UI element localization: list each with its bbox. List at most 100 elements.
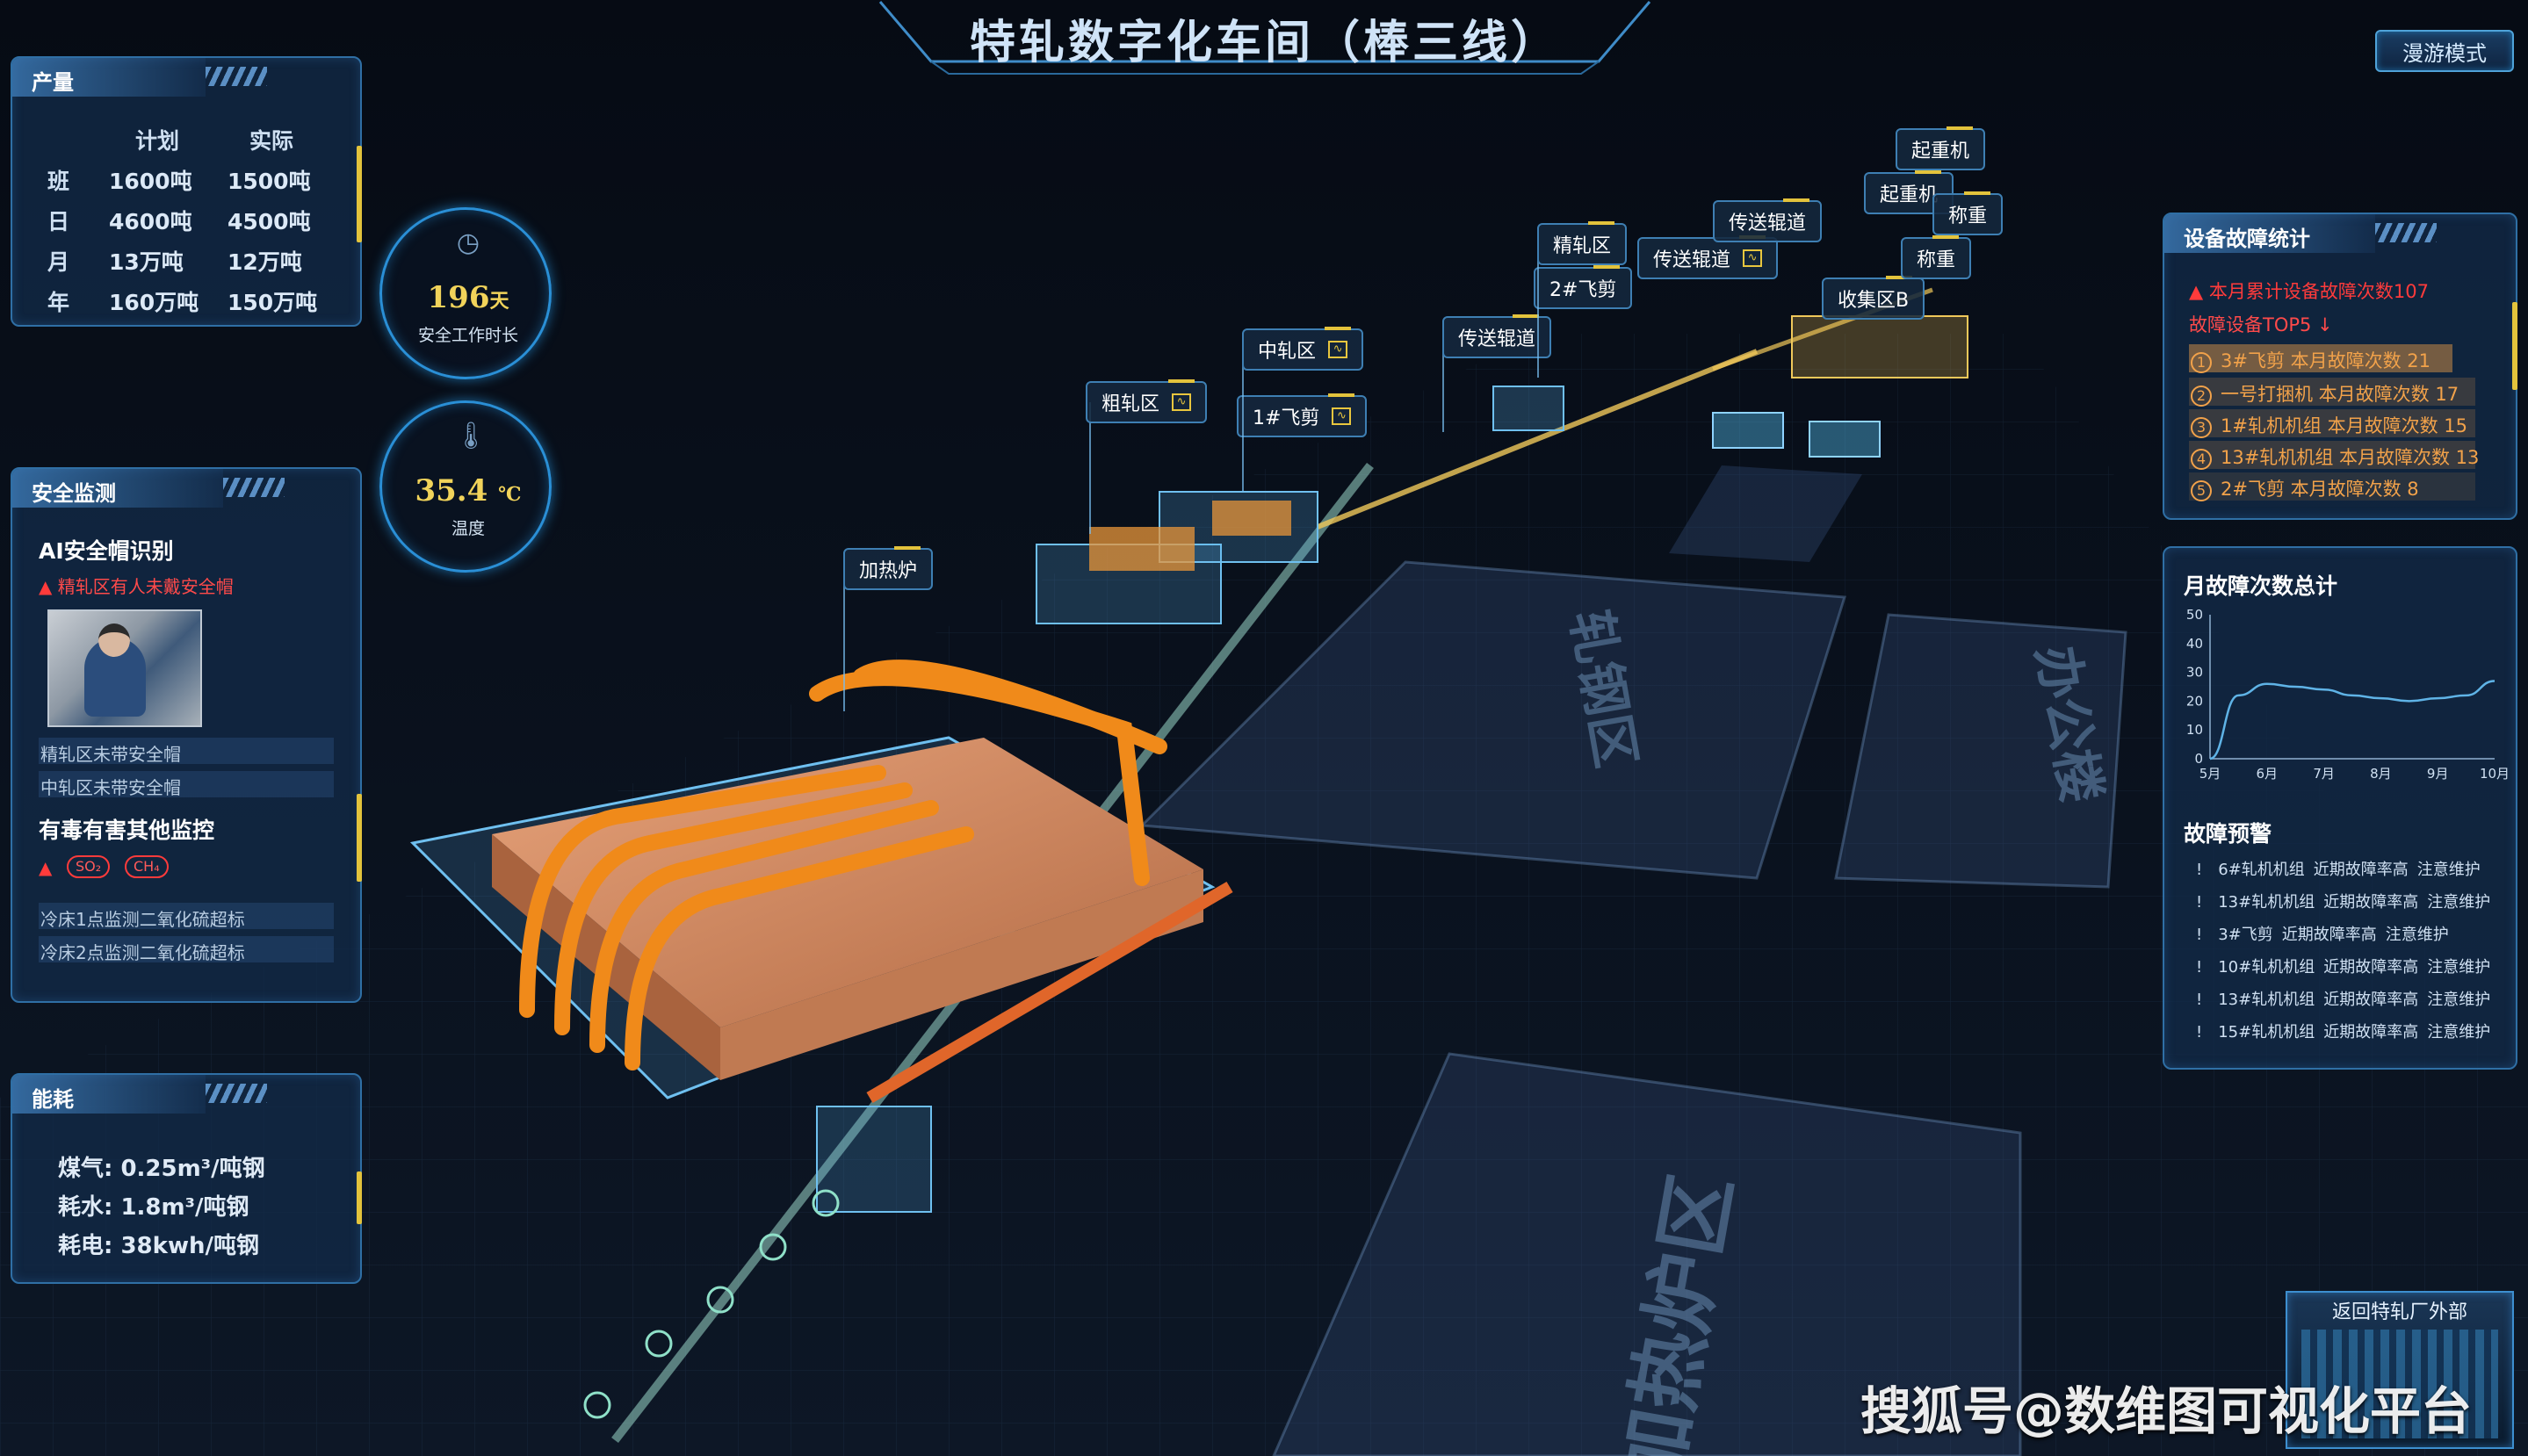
wave-icon: ∿: [1332, 407, 1352, 425]
so2-chip[interactable]: SO₂: [67, 855, 111, 878]
series-line: [2209, 680, 2495, 760]
station-label-shear2[interactable]: 2#飞剪: [1534, 265, 1633, 309]
energy-value: 1.8m³/吨钢: [120, 1194, 249, 1221]
station-name: 起重机: [1880, 184, 1939, 206]
warning-row[interactable]: ! 10#轧机机组 近期故障率高 注意维护: [2196, 955, 2490, 977]
station-label-finishing[interactable]: 精轧区: [1537, 221, 1628, 265]
ai-helmet-title: AI安全帽识别: [39, 538, 174, 564]
gauge-label: 安全工作时长: [417, 326, 518, 345]
top5-title: 故障设备TOP5 ↓: [2189, 314, 2333, 335]
station-label-collect-b[interactable]: 收集区B: [1822, 276, 1925, 320]
alert-icon: !: [2196, 893, 2203, 912]
y-tick-label: 10: [2186, 722, 2203, 738]
decorative-stripes: [206, 67, 267, 86]
rank-badge: 2: [2191, 386, 2212, 407]
station-name: 加热炉: [859, 560, 918, 582]
station-name: 收集区B: [1838, 290, 1910, 312]
y-tick-label: 50: [2186, 607, 2203, 623]
station-label-weigh-1[interactable]: 称重: [1901, 235, 1972, 279]
y-tick-label: 20: [2186, 693, 2203, 709]
station-name: 传送辊道: [1458, 328, 1536, 350]
station-name: 传送辊道: [1729, 213, 1807, 234]
alert-icon: !: [2196, 926, 2203, 944]
gauge-number: 196: [427, 280, 490, 315]
station-label-conveyor-3[interactable]: 传送辊道: [1713, 198, 1823, 242]
ai-alert-text: 精轧区有人未戴安全帽: [57, 576, 234, 597]
temperature-value: 35.4 ℃: [382, 473, 554, 508]
production-panel: 产量 计划 实际 班 1600吨 1500吨 日 4600吨 4500吨 月 1…: [11, 56, 362, 327]
thermometer-icon: 🌡: [454, 421, 488, 451]
top5-item[interactable]: 1 3#飞剪 本月故障次数 21: [2189, 344, 2452, 373]
monthly-fault-panel: 月故障次数总计 0 10 20 30 40 50 5月 6月 7月 8月 9月 10月 故障预警 ! 6…: [2163, 546, 2517, 1070]
gauge-number: 35.4: [415, 473, 488, 508]
plan-value: 160万吨: [109, 290, 199, 315]
table-header: 计划 实际: [47, 119, 346, 160]
station-label-shear1[interactable]: 1#飞剪 ∿: [1237, 393, 1368, 437]
top5-item[interactable]: 3 1#轧机机组 本月故障次数 15: [2189, 409, 2475, 438]
gas-log-row[interactable]: 冷床2点监测二氧化硫超标: [39, 936, 334, 963]
temperature-gauge: 🌡 35.4 ℃ 温度: [379, 400, 552, 573]
chart-title: 月故障次数总计: [2184, 573, 2338, 599]
station-name: 2#飞剪: [1549, 279, 1617, 301]
gas-warning-icon: ▲: [39, 857, 52, 878]
energy-label: 耗水:: [58, 1194, 113, 1221]
plan-value: 13万吨: [109, 249, 184, 275]
warning-icon: ▲: [39, 576, 53, 597]
decorative-stripes: [2375, 223, 2437, 242]
warning-device: 15#轧机机组: [2218, 1023, 2315, 1042]
gauge-unit: 天: [489, 290, 509, 313]
monthly-fault-chart: 0 10 20 30 40 50 5月 6月 7月 8月 9月 10月: [2186, 607, 2510, 782]
station-name: 起重机: [1911, 141, 1970, 162]
station-name: 中轧区: [1258, 341, 1317, 363]
warning-icon: ▲: [39, 857, 53, 878]
station-label-middle[interactable]: 中轧区 ∿: [1242, 327, 1364, 371]
station-label-conveyor-2[interactable]: 传送辊道 ∿: [1637, 235, 1779, 279]
roam-mode-button[interactable]: 漫游模式: [2375, 30, 2514, 72]
energy-power: 耗电: 38kwh/吨钢: [58, 1228, 259, 1260]
camera-snapshot[interactable]: [47, 609, 202, 727]
x-tick-label: 5月: [2199, 766, 2221, 782]
station-label-crane-2[interactable]: 起重机: [1896, 126, 1986, 170]
station-name: 称重: [1917, 249, 1956, 271]
actual-value: 1500吨: [228, 169, 311, 194]
station-label-conveyor-1[interactable]: 传送辊道: [1442, 314, 1552, 358]
ai-log-row[interactable]: 中轧区未带安全帽: [39, 771, 334, 798]
warning-device: 13#轧机机组: [2218, 991, 2315, 1009]
ai-log-row[interactable]: 精轧区未带安全帽: [39, 738, 334, 765]
table-row: 日 4600吨 4500吨: [47, 200, 346, 241]
station-name: 1#飞剪: [1253, 407, 1320, 429]
station-name: 粗轧区: [1101, 393, 1160, 415]
fault-total: ▲ 本月累计设备故障次数107: [2189, 278, 2429, 304]
top5-text: 一号打捆机 本月故障次数 17: [2221, 384, 2459, 405]
warning-row[interactable]: ! 13#轧机机组 近期故障率高 注意维护: [2196, 987, 2490, 1010]
rank-badge: 3: [2191, 417, 2212, 438]
warning-status: 近期故障率高: [2281, 926, 2377, 944]
top5-item[interactable]: 2 一号打捆机 本月故障次数 17: [2189, 378, 2475, 407]
gauge-unit: ℃: [498, 483, 522, 506]
station-label-roughing[interactable]: 粗轧区 ∿: [1086, 379, 1208, 423]
warning-row[interactable]: ! 15#轧机机组 近期故障率高 注意维护: [2196, 1020, 2490, 1042]
warning-status: 近期故障率高: [2323, 893, 2419, 912]
station-name: 称重: [1948, 205, 1988, 227]
panel-title: 设备故障统计: [2164, 214, 2437, 253]
wave-icon: ∿: [1328, 341, 1348, 358]
station-label-weigh-2[interactable]: 称重: [1932, 191, 2004, 235]
warning-row[interactable]: ! 13#轧机机组 近期故障率高 注意维护: [2196, 890, 2490, 912]
warning-icon: ▲: [2189, 281, 2204, 302]
fault-total-text: 本月累计设备故障次数107: [2208, 281, 2429, 302]
station-label-furnace[interactable]: 加热炉: [843, 546, 934, 590]
ch4-chip[interactable]: CH₄: [125, 855, 169, 878]
gas-log-row[interactable]: 冷床1点监测二氧化硫超标: [39, 903, 334, 930]
warning-row[interactable]: ! 6#轧机机组 近期故障率高 注意维护: [2196, 857, 2481, 880]
panel-title: 产量: [12, 58, 267, 97]
panel-title: 安全监测: [12, 469, 285, 508]
y-tick-label: 0: [2194, 751, 2203, 767]
y-tick-label: 30: [2186, 665, 2203, 681]
top5-item[interactable]: 5 2#飞剪 本月故障次数 8: [2189, 472, 2475, 501]
warning-row[interactable]: ! 3#飞剪 近期故障率高 注意维护: [2196, 922, 2449, 945]
top5-item[interactable]: 4 13#轧机机组 本月故障次数 13: [2189, 441, 2479, 470]
panel-title: 能耗: [12, 1075, 267, 1114]
warning-status: 近期故障率高: [2323, 1023, 2419, 1042]
safe-days-value: 196天: [382, 280, 554, 315]
top5-text: 1#轧机机组 本月故障次数 15: [2221, 415, 2468, 436]
